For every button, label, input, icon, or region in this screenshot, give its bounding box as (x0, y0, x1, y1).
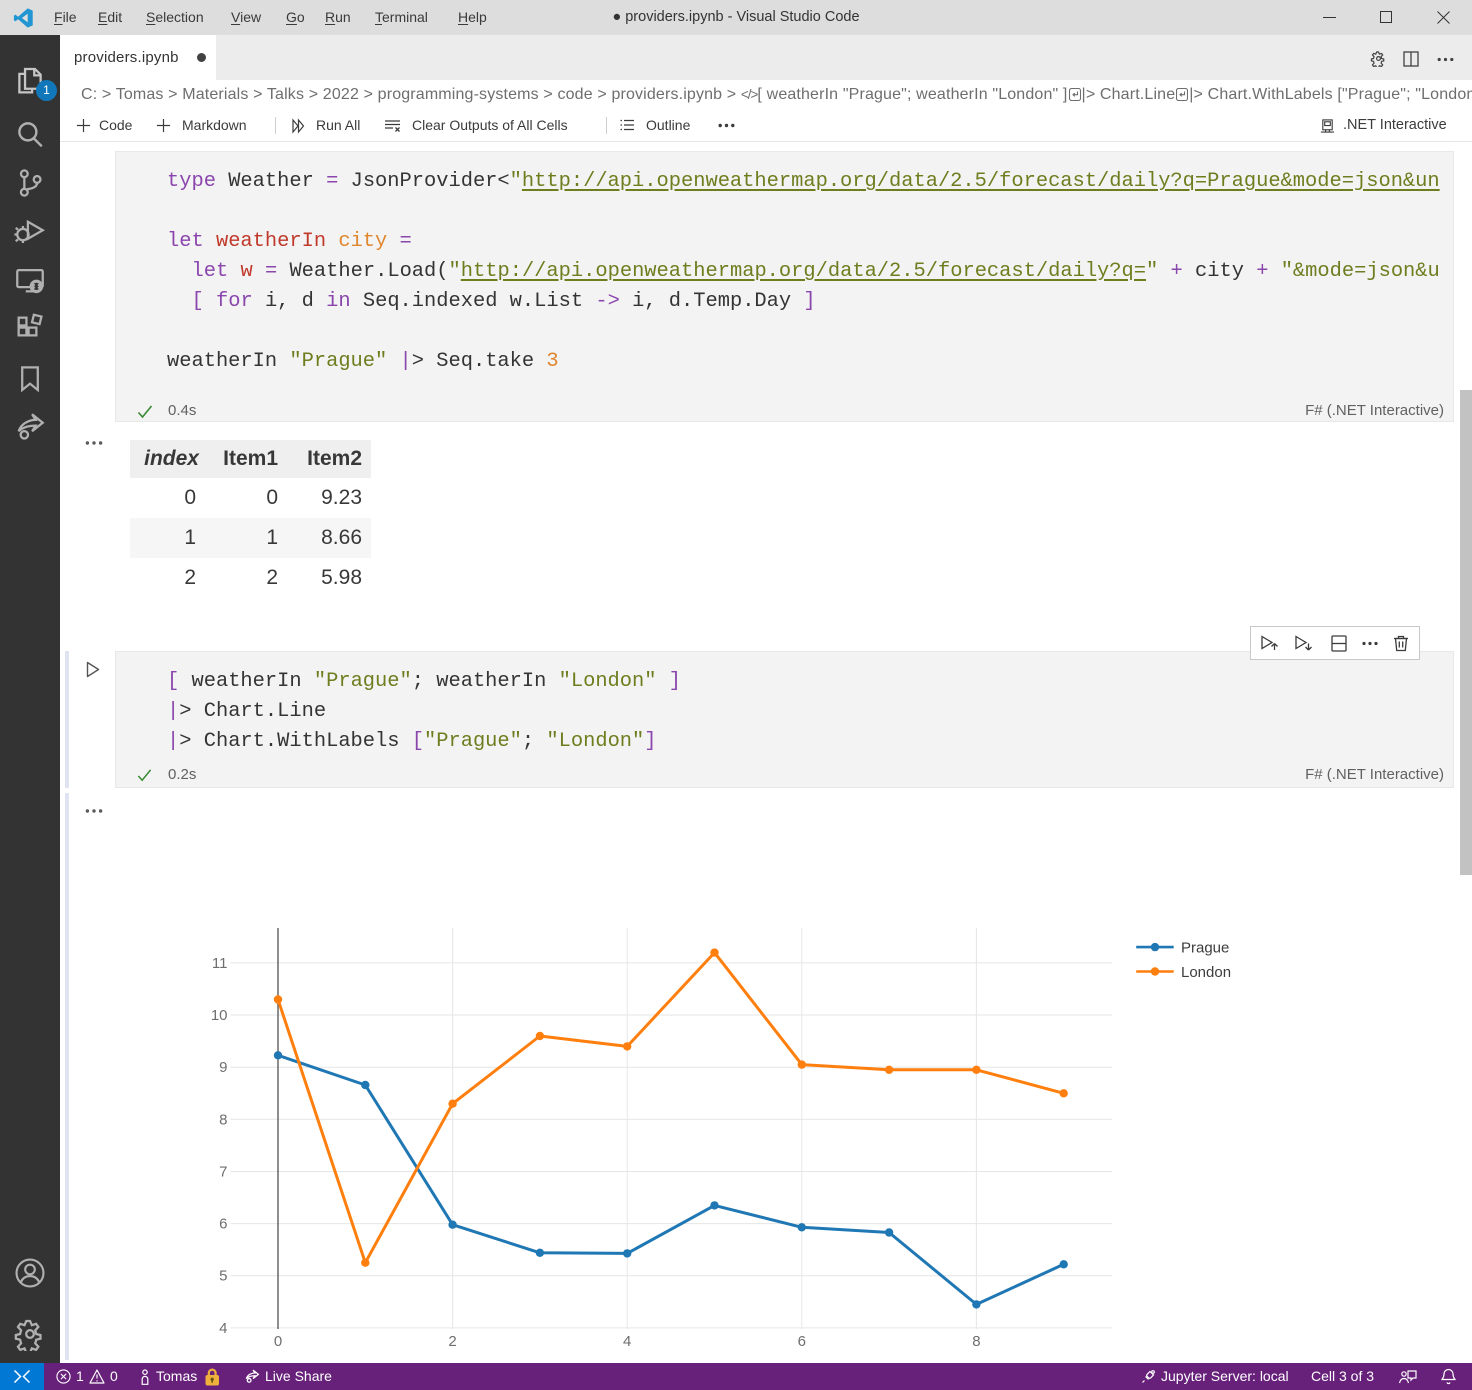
svg-text:London: London (1181, 964, 1231, 981)
svg-text:2: 2 (448, 1333, 456, 1350)
svg-text:0: 0 (274, 1333, 282, 1350)
svg-text:5: 5 (219, 1268, 227, 1285)
svg-text:6: 6 (798, 1333, 806, 1350)
svg-text:9: 9 (219, 1059, 227, 1076)
svg-text:10: 10 (211, 1007, 228, 1024)
svg-text:7: 7 (219, 1164, 227, 1181)
svg-text:11: 11 (212, 955, 228, 972)
svg-text:8: 8 (219, 1111, 227, 1128)
svg-text:4: 4 (623, 1333, 631, 1350)
svg-text:Prague: Prague (1181, 939, 1229, 956)
svg-text:8: 8 (972, 1333, 980, 1350)
svg-text:6: 6 (219, 1216, 227, 1233)
svg-text:4: 4 (219, 1320, 227, 1337)
